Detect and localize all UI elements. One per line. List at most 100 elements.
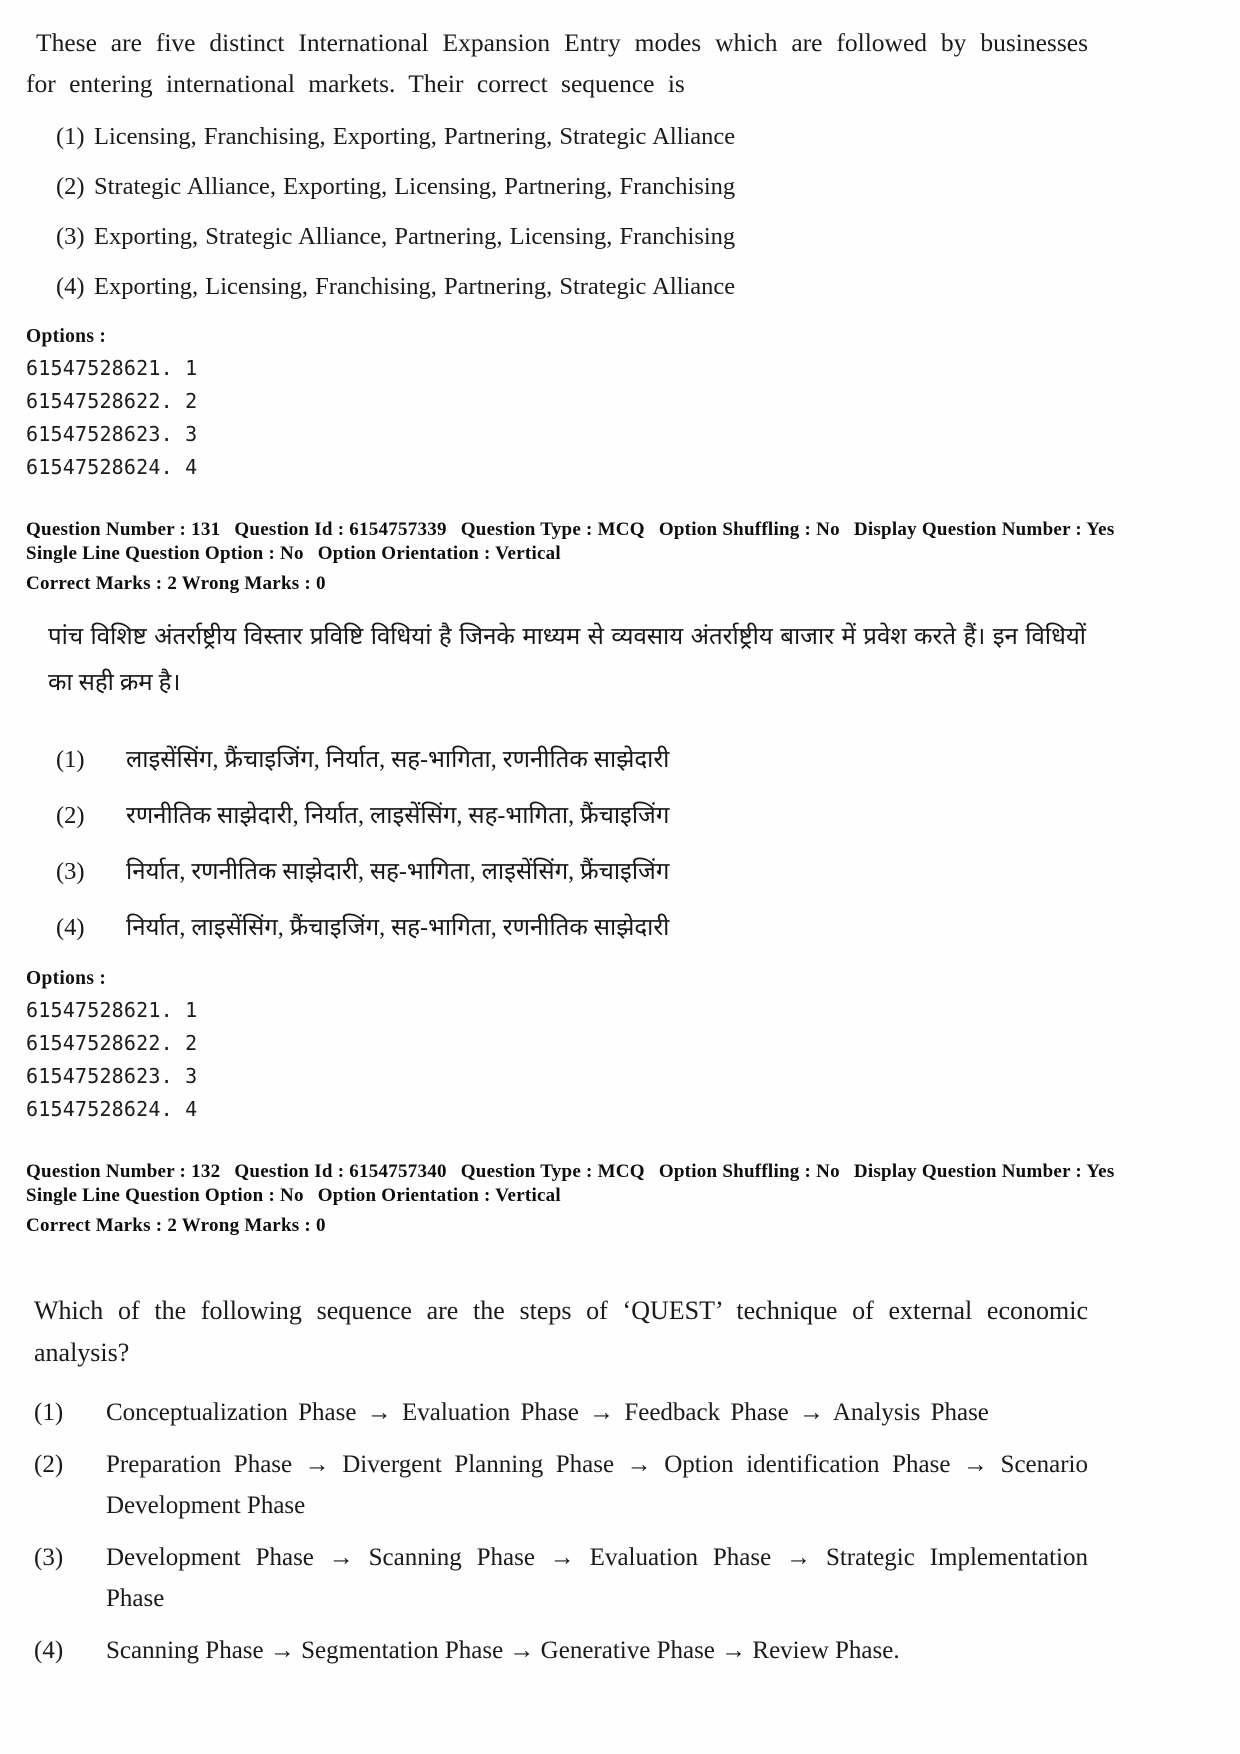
option-text: Development Phase → Scanning Phase → Eva…	[106, 1544, 1088, 1612]
single-line-option-label: Single Line Question Option :	[26, 1185, 276, 1206]
option-number: (2)	[56, 173, 85, 200]
single-line-option-value: No	[280, 1185, 304, 1206]
option-orientation-label: Option Orientation :	[317, 1185, 491, 1206]
option-row: (3) निर्यात, रणनीतिक साझेदारी, सह-भागिता…	[26, 852, 1088, 892]
option-number: (2)	[56, 802, 85, 829]
option-id: 61547528621. 1	[26, 356, 198, 380]
option-number: (1)	[34, 1399, 64, 1426]
question-131-metadata: Question Number : 131 Question Id : 6154…	[26, 518, 1114, 596]
option-row: (1) लाइसेंसिंग, फ्रैंचाइजिंग, निर्यात, स…	[26, 740, 1088, 780]
options-label: Options :	[26, 968, 107, 989]
option-number: (3)	[34, 1544, 64, 1571]
option-row: (1) Conceptualization Phase → Evaluation…	[26, 1392, 1088, 1433]
option-text: Preparation Phase → Divergent Planning P…	[106, 1451, 1088, 1519]
question-131-stem-english: These are five distinct International Ex…	[26, 28, 1088, 98]
option-row: (4) Exporting, Licensing, Franchising, P…	[26, 268, 1088, 306]
question-number-value: 132	[191, 1161, 221, 1182]
correct-marks-label: Correct Marks :	[26, 573, 163, 594]
option-text: रणनीतिक साझेदारी, निर्यात, लाइसेंसिंग, स…	[126, 803, 670, 829]
option-row: (2) रणनीतिक साझेदारी, निर्यात, लाइसेंसिं…	[26, 796, 1088, 836]
option-text: लाइसेंसिंग, फ्रैंचाइजिंग, निर्यात, सह-भा…	[126, 747, 670, 773]
single-line-option-label: Single Line Question Option :	[26, 543, 276, 564]
options-label: Options :	[26, 326, 107, 347]
option-row: (3) Development Phase → Scanning Phase →…	[26, 1537, 1088, 1619]
question-131-option-ids-hindi: Options : 61547528621. 1 61547528622. 2 …	[26, 964, 1088, 1126]
option-number: (1)	[56, 123, 85, 150]
option-shuffling-label: Option Shuffling :	[658, 1161, 812, 1182]
correct-marks-value: 2	[167, 1215, 178, 1236]
option-id: 61547528623. 3	[26, 422, 198, 446]
metadata-line-2: Single Line Question Option : No Option …	[26, 1184, 1088, 1208]
question-131-stem-hindi: पांच विशिष्ट अंतर्राष्ट्रीय विस्तार प्रव…	[48, 624, 1086, 696]
option-text: निर्यात, रणनीतिक साझेदारी, सह-भागिता, ला…	[126, 859, 670, 885]
option-row: (1) Licensing, Franchising, Exporting, P…	[26, 118, 1088, 156]
question-132-stem-english: Which of the following sequence are the …	[34, 1296, 1088, 1367]
question-id-label: Question Id :	[234, 519, 345, 540]
question-type-value: MCQ	[597, 1161, 645, 1182]
question-number-value: 131	[191, 519, 221, 540]
metadata-line-3: Correct Marks : 2 Wrong Marks : 0	[26, 1214, 1088, 1238]
option-number: (1)	[56, 746, 85, 773]
wrong-marks-value: 0	[315, 1215, 326, 1236]
option-number: (3)	[56, 858, 85, 885]
option-row: (4) निर्यात, लाइसेंसिंग, फ्रैंचाइजिंग, स…	[26, 908, 1088, 948]
option-id: 61547528621. 1	[26, 998, 198, 1022]
question-id-value: 6154757340	[349, 1161, 447, 1182]
question-id-value: 6154757339	[349, 519, 447, 540]
metadata-line-1: Question Number : 132 Question Id : 6154…	[26, 1160, 1114, 1184]
question-131-options-english: (1) Licensing, Franchising, Exporting, P…	[26, 118, 1088, 306]
option-row: (4) Scanning Phase → Segmentation Phase …	[26, 1630, 1088, 1671]
correct-marks-value: 2	[167, 573, 178, 594]
question-type-label: Question Type :	[460, 1161, 593, 1182]
option-shuffling-value: No	[816, 1161, 840, 1182]
option-shuffling-label: Option Shuffling :	[658, 519, 812, 540]
single-line-option-value: No	[280, 543, 304, 564]
question-131-option-ids-english: Options : 61547528621. 1 61547528622. 2 …	[26, 322, 1088, 484]
option-orientation-value: Vertical	[495, 1185, 561, 1206]
metadata-line-2: Single Line Question Option : No Option …	[26, 542, 1088, 566]
option-text: Exporting, Licensing, Franchising, Partn…	[94, 273, 736, 300]
display-question-number-value: Yes	[1086, 519, 1115, 540]
metadata-line-1: Question Number : 131 Question Id : 6154…	[26, 518, 1114, 542]
option-number: (4)	[56, 273, 85, 300]
option-id: 61547528622. 2	[26, 1031, 198, 1055]
option-text: Strategic Alliance, Exporting, Licensing…	[94, 173, 736, 200]
question-type-value: MCQ	[597, 519, 645, 540]
option-row: (2) Preparation Phase → Divergent Planni…	[26, 1444, 1088, 1526]
option-row: (2) Strategic Alliance, Exporting, Licen…	[26, 168, 1088, 206]
option-row: (3) Exporting, Strategic Alliance, Partn…	[26, 218, 1088, 256]
display-question-number-label: Display Question Number :	[853, 519, 1082, 540]
question-number-label: Question Number :	[26, 519, 187, 540]
page-content: These are five distinct International Ex…	[26, 22, 1114, 1682]
option-shuffling-value: No	[816, 519, 840, 540]
wrong-marks-label: Wrong Marks :	[181, 1215, 311, 1236]
question-number-label: Question Number :	[26, 1161, 187, 1182]
option-number: (4)	[34, 1637, 64, 1664]
option-orientation-label: Option Orientation :	[317, 543, 491, 564]
wrong-marks-value: 0	[315, 573, 326, 594]
question-131-options-hindi: (1) लाइसेंसिंग, फ्रैंचाइजिंग, निर्यात, स…	[26, 740, 1088, 948]
wrong-marks-label: Wrong Marks :	[181, 573, 311, 594]
option-text: Scanning Phase → Segmentation Phase → Ge…	[106, 1637, 900, 1664]
option-number: (4)	[56, 914, 85, 941]
question-132-metadata: Question Number : 132 Question Id : 6154…	[26, 1160, 1114, 1238]
display-question-number-value: Yes	[1086, 1161, 1115, 1182]
option-id: 61547528622. 2	[26, 389, 198, 413]
option-number: (3)	[56, 223, 85, 250]
metadata-line-3: Correct Marks : 2 Wrong Marks : 0	[26, 572, 1088, 596]
option-id: 61547528623. 3	[26, 1064, 198, 1088]
exam-paper-page: These are five distinct International Ex…	[0, 0, 1240, 1754]
question-type-label: Question Type :	[460, 519, 593, 540]
option-number: (2)	[34, 1451, 64, 1478]
option-id: 61547528624. 4	[26, 1097, 198, 1121]
display-question-number-label: Display Question Number :	[853, 1161, 1082, 1182]
option-text: Conceptualization Phase → Evaluation Pha…	[106, 1399, 989, 1426]
option-text: Exporting, Strategic Alliance, Partnerin…	[94, 223, 736, 250]
option-id: 61547528624. 4	[26, 455, 198, 479]
correct-marks-label: Correct Marks :	[26, 1215, 163, 1236]
question-id-label: Question Id :	[234, 1161, 345, 1182]
option-text: निर्यात, लाइसेंसिंग, फ्रैंचाइजिंग, सह-भा…	[126, 915, 670, 941]
option-orientation-value: Vertical	[495, 543, 561, 564]
option-text: Licensing, Franchising, Exporting, Partn…	[94, 123, 736, 150]
question-132-options-english: (1) Conceptualization Phase → Evaluation…	[26, 1392, 1088, 1671]
